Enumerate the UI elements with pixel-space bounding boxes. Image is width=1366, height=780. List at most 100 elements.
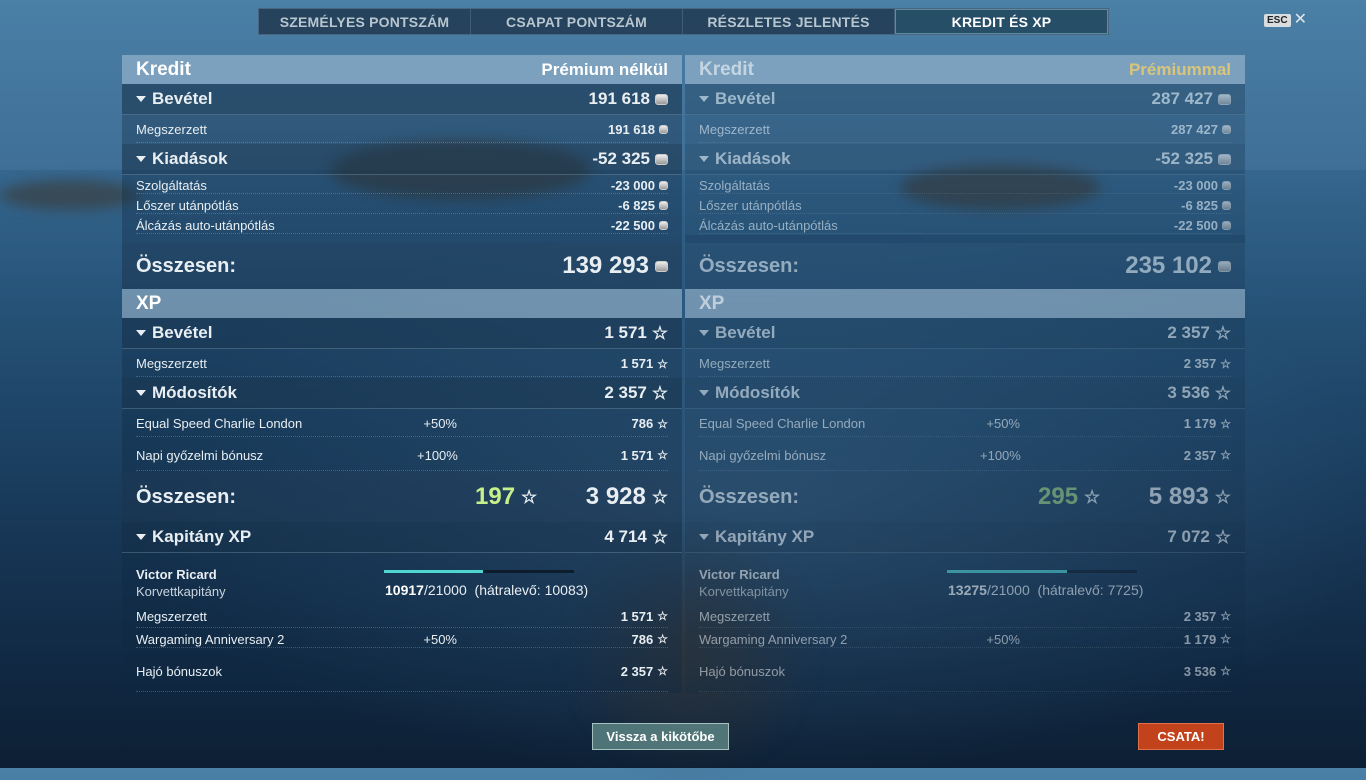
collapse-arrow-icon [136,96,146,102]
credit-icon [1218,93,1231,105]
row-value: 287 427 [1171,122,1218,137]
credit-title: Kredit [136,58,191,80]
credit-title: Kredit [699,58,754,80]
collapse-arrow-icon [699,390,709,396]
row-value: 1 571 [620,447,654,463]
credit-icon [655,153,668,165]
captain-xp-progress-bar [947,570,1137,573]
section-label: Kiadások [715,149,791,168]
row-label: Megszerzett [136,356,207,371]
result-tabs: SZEMÉLYES PONTSZÁM CSAPAT PONTSZÁM RÉSZL… [258,8,1109,35]
collapse-arrow-icon [699,156,709,162]
modifier-row: Napi győzelmi bónusz +100% 1 571 ☆ [122,438,682,472]
credit-icon [659,220,668,230]
credit-income-section[interactable]: Bevétel 191 618 [122,84,682,115]
tab-detailed-report[interactable]: RÉSZLETES JELENTÉS [683,9,895,34]
xp-total-row: Összesen: 197 ☆ 3 928 ☆ [122,472,682,522]
row-value: 786 [631,416,654,431]
star-icon: ☆ [657,632,668,646]
modifiers-section[interactable]: Módosítók 2 357 ☆ [122,378,682,409]
section-value: 2 357 [1167,323,1210,342]
xp-header: XP [122,289,682,318]
star-icon: ☆ [1220,356,1231,371]
row-percent: +50% [423,416,457,431]
collapse-arrow-icon [136,390,146,396]
row-value: -22 500 [1173,217,1218,233]
credit-expenses-section[interactable]: Kiadások -52 325 [685,144,1245,175]
captain-xp-max: /21000 [986,582,1030,598]
credit-icon [1222,125,1231,134]
row-value: 2 357 [1183,447,1217,463]
credit-total-row: Összesen: 139 293 [122,243,682,289]
back-to-port-button[interactable]: Vissza a kikötőbe [592,723,729,750]
row-label: Hajó bónuszok [136,663,222,679]
close-icon: ✕ [1293,11,1307,28]
row-value: -6 825 [1181,197,1218,213]
row-label: Lőszer utánpótlás [699,197,802,213]
collapse-arrow-icon [136,534,146,540]
star-icon: ☆ [651,383,668,403]
credit-header: Kredit Prémium nélkül [122,55,682,84]
row-label: Megszerzett [699,122,770,137]
credit-expenses-section[interactable]: Kiadások -52 325 [122,144,682,175]
tab-team-score[interactable]: CSAPAT PONTSZÁM [471,9,683,34]
total-label: Összesen: [699,254,800,277]
captain-xp-section[interactable]: Kapitány XP 4 714 ☆ [122,522,682,553]
progress-fill [384,570,483,573]
battle-button[interactable]: CSATA! [1138,723,1224,750]
captain-info: Victor Ricard Korvettkapitány 13275/2100… [685,553,1245,603]
xp-total-row: Összesen: 295 ☆ 5 893 ☆ [685,472,1245,522]
credit-icon [1222,180,1231,190]
free-xp-value: 295 [1038,483,1079,510]
xp-income-section[interactable]: Bevétel 1 571 ☆ [122,318,682,349]
modifiers-section[interactable]: Módosítók 3 536 ☆ [685,378,1245,409]
row-label: Wargaming Anniversary 2 [136,631,285,647]
background-island [0,180,140,210]
credit-income-section[interactable]: Bevétel 287 427 [685,84,1245,115]
collapse-arrow-icon [136,330,146,336]
row-value: -23 000 [1173,177,1218,193]
row-label: Equal Speed Charlie London [699,416,866,431]
section-value: 7 072 [1167,527,1210,546]
expense-row: Szolgáltatás -23 000 [685,175,1245,195]
xp-earned-row: Megszerzett 2 357 ☆ [685,349,1245,378]
captain-xp-section[interactable]: Kapitány XP 7 072 ☆ [685,522,1245,553]
credit-header: Kredit Prémiummal [685,55,1245,84]
tab-credits-xp[interactable]: KREDIT ÉS XP [895,9,1108,34]
section-value: 191 618 [588,89,650,108]
row-label: Megszerzett [699,608,770,624]
credit-total-row: Összesen: 235 102 [685,243,1245,289]
section-label: Bevétel [715,323,776,342]
ship-bonus-row: Hajó bónuszok 2 357 ☆ [122,649,682,693]
row-label: Szolgáltatás [136,177,207,193]
captain-modifier-row: Wargaming Anniversary 2 +50% 1 179 ☆ [685,629,1245,649]
captain-xp-progress-text: 10917/21000 (hátralevő: 10083) [385,582,588,598]
xp-income-section[interactable]: Bevétel 2 357 ☆ [685,318,1245,349]
close-button[interactable]: ESC ✕ [1264,11,1307,28]
row-value: -22 500 [610,217,655,233]
row-label: Megszerzett [136,122,207,137]
captain-info: Victor Ricard Korvettkapitány 10917/2100… [122,553,682,603]
credit-mode: Prémium nélkül [541,59,668,79]
captain-xp-progress-bar [384,570,574,573]
section-value: 3 536 [1167,383,1210,402]
row-percent: +50% [986,416,1020,431]
row-value: 3 536 [1183,663,1217,679]
section-label: Kapitány XP [715,527,815,546]
star-icon: ☆ [651,487,668,507]
section-label: Bevétel [152,323,213,342]
section-label: Bevétel [715,89,776,108]
total-value: 3 928 [585,483,646,510]
xp-title: XP [699,292,725,314]
modifier-row: Equal Speed Charlie London +50% 786 ☆ [122,409,682,438]
row-value: 786 [631,631,654,647]
tab-personal-score[interactable]: SZEMÉLYES PONTSZÁM [259,9,471,34]
row-label: Álcázás auto-utánpótlás [699,217,838,233]
row-value: 1 571 [620,608,654,624]
column-premium: Kredit Prémiummal Bevétel 287 427 Megsze… [685,55,1245,693]
star-icon: ☆ [1220,416,1231,431]
modifier-row: Equal Speed Charlie London +50% 1 179 ☆ [685,409,1245,438]
row-value: 2 357 [1183,356,1217,371]
captain-xp-progress-text: 13275/21000 (hátralevő: 7725) [948,582,1143,598]
section-value: 287 427 [1151,89,1213,108]
